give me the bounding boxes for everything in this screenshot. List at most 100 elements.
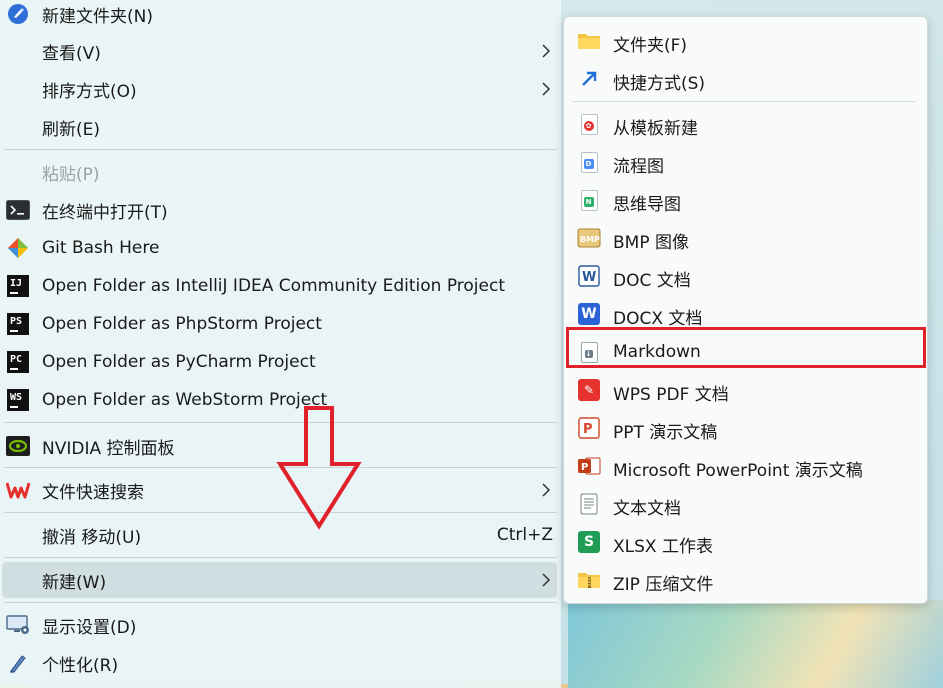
flowchart-icon: D (577, 150, 601, 174)
submenu-item-mindmap[interactable]: N 思维导图 (564, 181, 927, 219)
menu-item-paste: 粘贴(P) (0, 154, 561, 190)
submenu-item-label: DOCX 文档 (613, 309, 703, 329)
zip-icon (577, 568, 601, 592)
menu-item-label: 文件快速搜索 (42, 482, 144, 503)
menu-item-label: 新建文件夹(N) (42, 6, 153, 27)
submenu-item-doc[interactable]: W DOC 文档 (564, 257, 927, 295)
docx-icon: W (577, 302, 601, 326)
submenu-item-powerpoint[interactable]: P Microsoft PowerPoint 演示文稿 (564, 447, 927, 485)
submenu-item-label: 文本文档 (613, 499, 681, 519)
menu-item-label: 在终端中打开(T) (42, 202, 168, 223)
chevron-right-icon (542, 573, 551, 587)
doc-icon: W (577, 264, 601, 288)
submenu-item-text-doc[interactable]: 文本文档 (564, 485, 927, 523)
menu-item-git-bash[interactable]: Git Bash Here (0, 230, 561, 266)
menu-separator (4, 557, 557, 558)
menu-item-refresh[interactable]: 刷新(E) (0, 109, 561, 145)
submenu-item-label: DOC 文档 (613, 271, 691, 291)
webstorm-icon: WS (6, 388, 30, 412)
submenu-item-xlsx[interactable]: S XLSX 工作表 (564, 523, 927, 561)
submenu-item-label: 文件夹(F) (613, 36, 688, 56)
submenu-item-folder[interactable]: 文件夹(F) (564, 22, 927, 60)
menu-item-open-phpstorm[interactable]: PS Open Folder as PhpStorm Project (0, 306, 561, 342)
desktop-context-menu: 新建文件夹(N) 查看(V) 排序方式(O) 刷新(E) 粘贴(P) 在终端中打… (0, 0, 561, 688)
menu-item-label: Open Folder as PyCharm Project (42, 352, 316, 372)
submenu-item-wps-pdf[interactable]: ✎ WPS PDF 文档 (564, 371, 927, 409)
menu-item-personalize[interactable]: 个性化(R) (0, 645, 561, 681)
pycharm-icon: PC (6, 350, 30, 374)
menu-item-label: Open Folder as IntelliJ IDEA Community E… (42, 276, 505, 296)
badge-text: PC (10, 354, 23, 365)
menu-item-new[interactable]: 新建(W) (2, 562, 557, 598)
badge-text: WS (10, 392, 23, 403)
text-doc-icon (577, 492, 601, 516)
submenu-item-label: 从模板新建 (613, 119, 698, 139)
intellij-icon: IJ (6, 274, 30, 298)
annotation-arrow-down-icon (276, 406, 362, 530)
svg-text:W: W (582, 270, 596, 285)
pdf-icon: ✎ (577, 378, 601, 402)
menu-item-open-intellij[interactable]: IJ Open Folder as IntelliJ IDEA Communit… (0, 268, 561, 304)
menu-item-label: 显示设置(D) (42, 617, 137, 638)
menu-item-label: 查看(V) (42, 43, 101, 64)
phpstorm-icon: PS (6, 312, 30, 336)
menu-item-label: 粘贴(P) (42, 164, 100, 185)
wps-icon (6, 478, 30, 502)
menu-item-open-terminal[interactable]: 在终端中打开(T) (0, 192, 561, 228)
menu-item-new-folder[interactable]: 新建文件夹(N) (0, 0, 561, 32)
badge-text: IJ (10, 278, 23, 289)
menu-item-view[interactable]: 查看(V) (0, 33, 561, 69)
submenu-item-label: 思维导图 (613, 195, 681, 215)
submenu-item-label: XLSX 工作表 (613, 537, 713, 557)
chevron-right-icon (542, 82, 551, 96)
git-icon (6, 236, 30, 260)
submenu-item-label: BMP 图像 (613, 233, 689, 253)
personalize-icon (6, 651, 30, 675)
submenu-item-from-template[interactable]: ✿ 从模板新建 (564, 105, 927, 143)
menu-item-display-settings[interactable]: 显示设置(D) (0, 607, 561, 643)
chevron-right-icon (542, 483, 551, 497)
display-settings-icon (6, 613, 30, 637)
svg-text:BMP: BMP (580, 235, 600, 244)
menu-item-label: NVIDIA 控制面板 (42, 438, 175, 459)
bmp-icon: BMP (577, 226, 601, 250)
ppt-icon: P (577, 416, 601, 440)
svg-text:P: P (583, 422, 593, 437)
submenu-item-label: 快捷方式(S) (613, 74, 706, 94)
menu-item-label: Git Bash Here (42, 238, 160, 258)
shortcut-icon (577, 67, 601, 91)
menu-item-label: Open Folder as PhpStorm Project (42, 314, 322, 334)
powerpoint-icon: P (577, 454, 601, 478)
new-submenu: 文件夹(F) 快捷方式(S) ✿ 从模板新建 D 流程图 N 思维导图 BMP … (563, 16, 928, 604)
submenu-item-zip[interactable]: ZIP 压缩文件 (564, 561, 927, 599)
menu-separator (4, 149, 557, 150)
menu-item-sort[interactable]: 排序方式(O) (0, 71, 561, 107)
folder-icon (577, 29, 601, 53)
menu-item-label: 新建(W) (42, 572, 107, 593)
highlight-box (566, 327, 926, 368)
submenu-item-ppt[interactable]: P PPT 演示文稿 (564, 409, 927, 447)
menu-item-open-pycharm[interactable]: PC Open Folder as PyCharm Project (0, 344, 561, 380)
template-icon: ✿ (577, 112, 601, 136)
menu-item-label: 排序方式(O) (42, 81, 137, 102)
shortcut-label: Ctrl+Z (496, 525, 553, 545)
nvidia-icon (6, 434, 30, 458)
badge-text: PS (10, 316, 23, 327)
chevron-right-icon (542, 44, 551, 58)
submenu-item-label: PPT 演示文稿 (613, 423, 718, 443)
submenu-separator (572, 101, 916, 102)
mindmap-icon: N (577, 188, 601, 212)
submenu-item-bmp[interactable]: BMP BMP 图像 (564, 219, 927, 257)
terminal-icon (6, 198, 30, 222)
submenu-item-label: ZIP 压缩文件 (613, 575, 714, 595)
menu-item-label: 撤消 移动(U) (42, 527, 142, 548)
desktop-wallpaper (568, 600, 943, 688)
menu-separator (4, 602, 557, 603)
submenu-item-label: WPS PDF 文档 (613, 385, 729, 405)
svg-text:P: P (581, 462, 588, 473)
submenu-item-shortcut[interactable]: 快捷方式(S) (564, 60, 927, 98)
menu-item-label: 刷新(E) (42, 119, 101, 140)
xlsx-icon: S (577, 530, 601, 554)
submenu-item-flowchart[interactable]: D 流程图 (564, 143, 927, 181)
submenu-item-label: 流程图 (613, 157, 664, 177)
